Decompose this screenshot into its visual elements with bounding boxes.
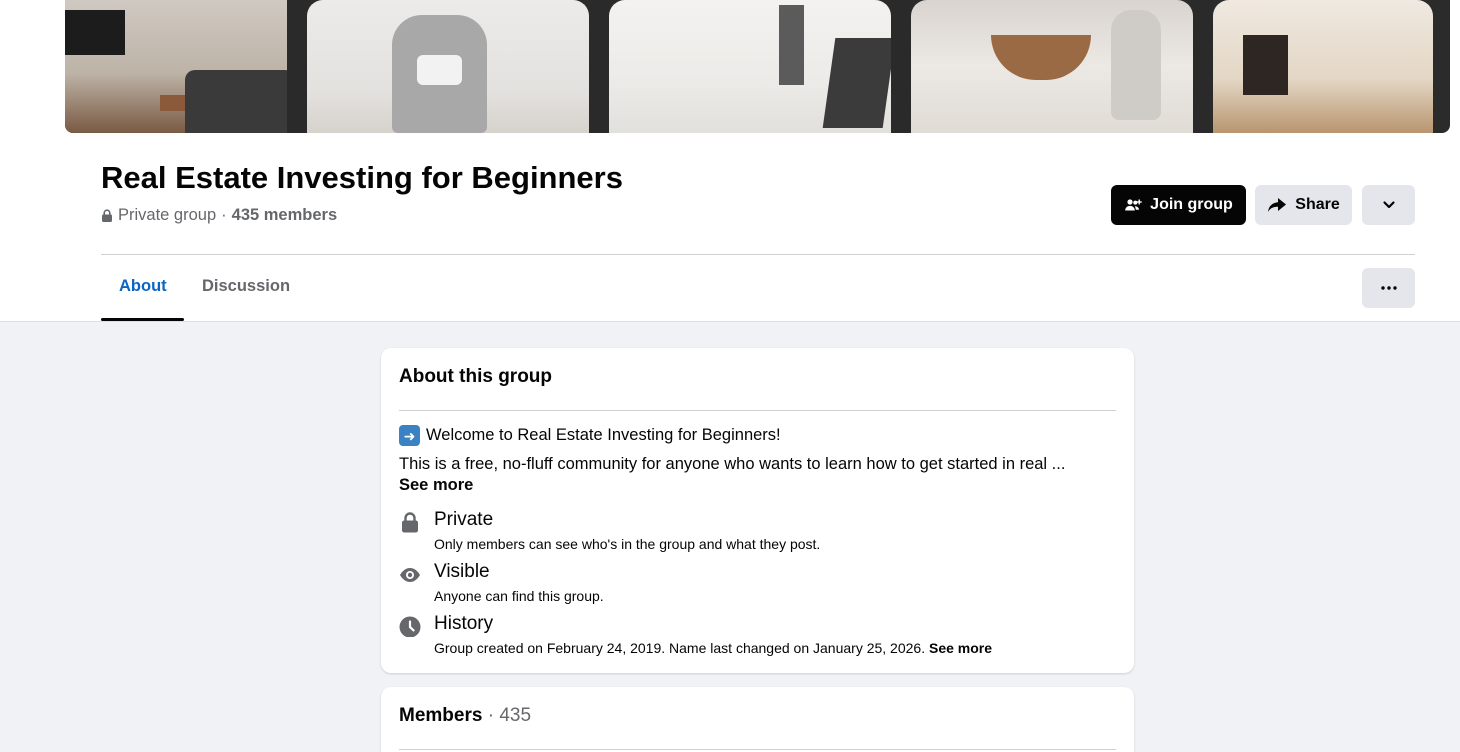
members-count: 435 bbox=[499, 705, 532, 726]
about-card: About this group ➜ Welcome to Real Estat… bbox=[381, 348, 1134, 673]
chevron-down-icon bbox=[1382, 201, 1395, 209]
members-separator: · bbox=[487, 705, 495, 726]
visibility-description: Anyone can find this group. bbox=[434, 588, 604, 604]
group-description: This is a free, no-fluff community for a… bbox=[399, 454, 1119, 496]
members-count-link[interactable]: 435 members bbox=[232, 206, 338, 225]
group-title: Real Estate Investing for Beginners bbox=[101, 160, 623, 195]
history-see-more-link[interactable]: See more bbox=[929, 640, 992, 656]
visibility-title: Visible bbox=[434, 561, 490, 582]
history-description: Group created on February 24, 2019. Name… bbox=[434, 640, 926, 656]
privacy-label: Private group bbox=[118, 206, 217, 224]
ellipsis-icon bbox=[1380, 286, 1397, 290]
cover-panel-living-room bbox=[65, 0, 287, 133]
see-more-link[interactable]: See more bbox=[399, 476, 473, 494]
history-title: History bbox=[434, 613, 494, 634]
active-tab-indicator bbox=[101, 318, 184, 321]
cover-panel-bowl bbox=[911, 0, 1193, 133]
members-card-divider bbox=[399, 749, 1116, 750]
group-meta: Private group · 435 members bbox=[101, 206, 337, 225]
lock-icon bbox=[402, 512, 418, 533]
header-divider bbox=[101, 254, 1415, 255]
tab-discussion[interactable]: Discussion bbox=[202, 277, 290, 296]
tab-about[interactable]: About bbox=[119, 277, 167, 296]
privacy-description: Only members can see who's in the group … bbox=[434, 536, 821, 552]
more-actions-button[interactable] bbox=[1362, 268, 1415, 308]
description-text: This is a free, no-fluff community for a… bbox=[399, 455, 1066, 473]
lock-icon bbox=[102, 209, 112, 222]
cover-panel-fireplace bbox=[1213, 0, 1433, 133]
members-card: Members · 435 bbox=[381, 687, 1134, 752]
clock-icon bbox=[399, 616, 421, 637]
people-icon bbox=[1125, 199, 1142, 211]
about-card-title: About this group bbox=[399, 366, 553, 387]
members-title: Members bbox=[399, 705, 483, 726]
share-label: Share bbox=[1295, 196, 1340, 213]
share-arrow-icon bbox=[1268, 198, 1287, 212]
meta-separator: · bbox=[221, 206, 227, 224]
join-group-label: Join group bbox=[1150, 196, 1233, 213]
welcome-text: Welcome to Real Estate Investing for Beg… bbox=[426, 426, 781, 444]
eye-icon bbox=[400, 568, 420, 582]
join-group-button[interactable]: Join group bbox=[1111, 185, 1246, 225]
cover-panel-desk bbox=[609, 0, 891, 133]
more-options-dropdown-button[interactable] bbox=[1362, 185, 1415, 225]
share-button[interactable]: Share bbox=[1255, 185, 1352, 225]
cover-photo bbox=[65, 0, 1450, 133]
about-card-divider bbox=[399, 410, 1116, 411]
members-card-title: Members · 435 bbox=[399, 705, 531, 727]
right-arrow-emoji-icon: ➜ bbox=[399, 425, 420, 446]
history-description-line: Group created on February 24, 2019. Name… bbox=[434, 640, 992, 656]
privacy-title: Private bbox=[434, 509, 494, 530]
welcome-line: ➜ Welcome to Real Estate Investing for B… bbox=[399, 425, 781, 446]
cover-panel-armchair bbox=[307, 0, 589, 133]
